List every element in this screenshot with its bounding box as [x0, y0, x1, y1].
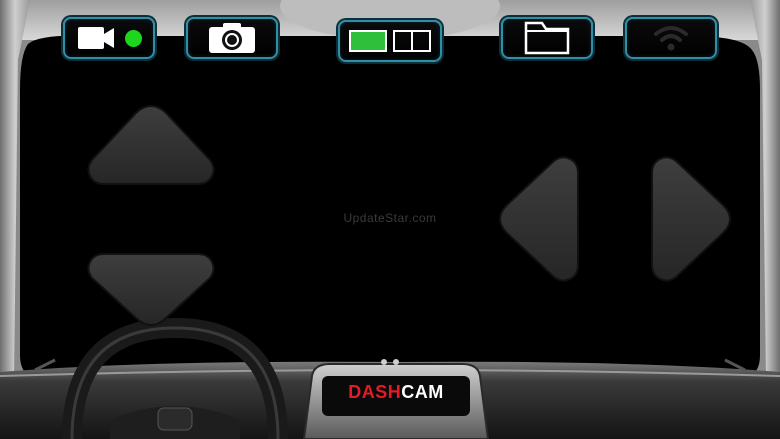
take-photo-button[interactable] [186, 17, 278, 59]
split-view-icon [349, 30, 431, 52]
brand-logo-part1: DASH [348, 382, 402, 402]
tilt-up-button[interactable] [86, 102, 216, 186]
recording-indicator-icon [124, 29, 142, 47]
wifi-icon [654, 26, 688, 51]
video-camera-icon [77, 27, 114, 49]
wifi-button[interactable] [625, 17, 717, 59]
view-layout-button[interactable] [338, 20, 442, 62]
files-button[interactable] [501, 17, 593, 59]
dashcam-app: UpdateStar.com DASHCAM [0, 0, 780, 439]
record-video-button[interactable] [63, 17, 155, 59]
photo-camera-icon [209, 23, 255, 53]
brand-logo-part2: CAM [401, 382, 444, 402]
pan-right-button[interactable] [648, 155, 734, 283]
watermark-text: UpdateStar.com [343, 211, 437, 225]
brand-logo: DASHCAM [326, 382, 466, 403]
pan-left-button[interactable] [496, 155, 582, 283]
tilt-down-button[interactable] [86, 252, 216, 328]
folder-icon [524, 21, 570, 55]
